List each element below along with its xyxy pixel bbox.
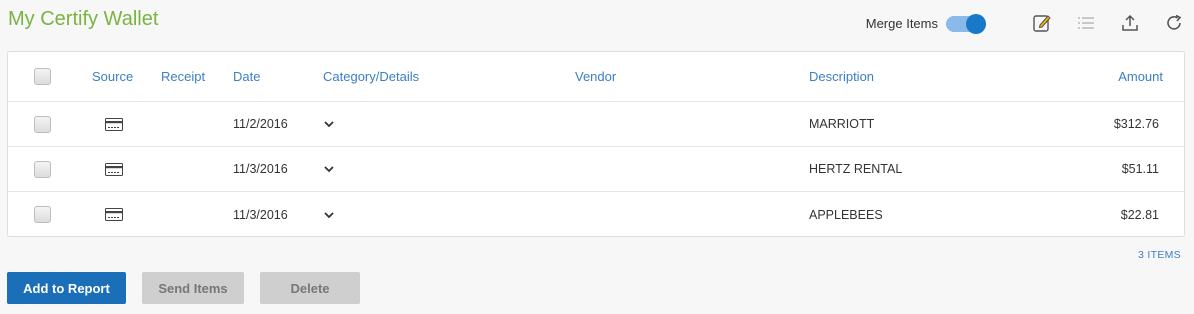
edit-icon[interactable] — [1030, 11, 1054, 35]
items-count: 3 ITEMS — [1138, 249, 1181, 261]
header-amount[interactable]: Amount — [1118, 52, 1163, 101]
header-receipt[interactable]: Receipt — [161, 52, 205, 101]
toolbar: Merge Items — [866, 10, 1186, 36]
delete-button[interactable]: Delete — [260, 272, 360, 304]
row-date: 11/3/2016 — [233, 162, 288, 176]
credit-card-icon — [105, 147, 123, 191]
merge-items-toggle[interactable] — [946, 14, 986, 34]
row-description: MARRIOTT — [809, 117, 875, 131]
chevron-down-icon[interactable] — [323, 147, 335, 191]
row-date: 11/3/2016 — [233, 207, 288, 222]
upload-icon[interactable] — [1118, 11, 1142, 35]
select-all-checkbox[interactable] — [34, 68, 51, 85]
wallet-table: Source Receipt Date Category/Details Ven… — [7, 51, 1185, 237]
row-date: 11/2/2016 — [233, 117, 288, 131]
row-description: APPLEBEES — [809, 207, 883, 222]
merge-items-label: Merge Items — [865, 15, 938, 31]
row-amount: $51.11 — [1121, 162, 1159, 176]
row-checkbox[interactable] — [34, 160, 51, 178]
table-header-row: Source Receipt Date Category/Details Ven… — [8, 52, 1184, 102]
table-row[interactable]: 11/3/2016 APPLEBEES $22.81 — [8, 192, 1184, 237]
header-vendor[interactable]: Vendor — [575, 52, 616, 101]
toggle-knob — [966, 14, 986, 34]
credit-card-icon — [105, 192, 123, 237]
list-icon[interactable] — [1074, 11, 1098, 35]
add-to-report-button[interactable]: Add to Report — [7, 272, 126, 304]
row-select-cell — [34, 147, 52, 191]
row-description: HERTZ RENTAL — [809, 162, 903, 176]
send-items-button[interactable]: Send Items — [142, 272, 244, 304]
chevron-down-icon[interactable] — [323, 192, 335, 237]
row-checkbox[interactable] — [34, 206, 51, 223]
chevron-down-icon[interactable] — [323, 102, 335, 146]
row-amount: $22.81 — [1120, 207, 1159, 222]
refresh-icon[interactable] — [1162, 11, 1186, 35]
page-title: My Certify Wallet — [8, 8, 159, 30]
header-source[interactable]: Source — [92, 52, 133, 101]
header-description[interactable]: Description — [809, 52, 874, 101]
header-date[interactable]: Date — [233, 52, 260, 101]
row-checkbox[interactable] — [34, 115, 51, 133]
header-category[interactable]: Category/Details — [323, 52, 419, 101]
table-row[interactable]: 11/3/2016 HERTZ RENTAL $51.11 — [8, 147, 1184, 192]
row-select-cell — [34, 102, 52, 146]
row-select-cell — [34, 192, 52, 237]
credit-card-icon — [105, 102, 123, 146]
table-row[interactable]: 11/2/2016 MARRIOTT $312.76 — [8, 102, 1184, 147]
select-all-cell — [34, 52, 52, 101]
row-amount: $312.76 — [1113, 117, 1159, 131]
